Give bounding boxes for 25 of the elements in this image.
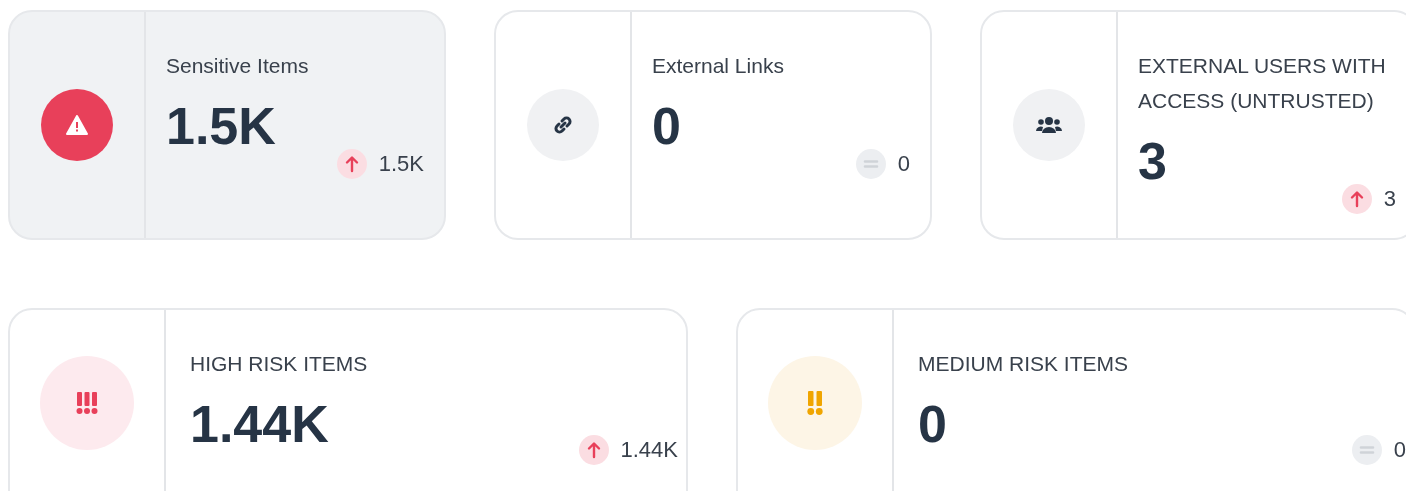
trend-value: 1.44K	[620, 437, 678, 463]
card-title: MEDIUM RISK ITEMS	[918, 351, 1129, 377]
trend-value: 3	[1383, 186, 1396, 212]
card-title: HIGH RISK ITEMS	[190, 351, 369, 377]
metric-value: 0	[918, 394, 947, 455]
stat-card[interactable]: External Links 0 0	[494, 10, 932, 240]
trend-value: 1.5K	[378, 151, 424, 177]
card-title: Sensitive Items	[166, 53, 310, 79]
metric-value: 1.44K	[190, 394, 329, 455]
trend-value: 0	[897, 151, 910, 177]
exclamation-icon	[75, 391, 99, 415]
card-title: EXTERNAL USERS WITH ACCESS (UNTRUSTED)	[1138, 53, 1387, 114]
stat-card[interactable]: EXTERNAL USERS WITH ACCESS (UNTRUSTED) 3 3	[980, 10, 1406, 240]
stat-card[interactable]: Sensitive Items 1.5K 1.5K	[8, 10, 446, 240]
stat-card[interactable]: MEDIUM RISK ITEMS 0 0	[736, 308, 1406, 491]
link-icon	[552, 114, 574, 136]
metric-value: 3	[1138, 131, 1167, 192]
metric-value: 0	[652, 96, 681, 157]
trend-value: 0	[1393, 437, 1406, 463]
users-icon	[1036, 116, 1062, 134]
exclamation-icon	[806, 390, 824, 416]
card-title: External Links	[652, 53, 785, 79]
stat-card[interactable]: HIGH RISK ITEMS 1.44K 1.44K	[8, 308, 688, 491]
warning-icon	[66, 115, 88, 135]
metric-value: 1.5K	[166, 96, 276, 157]
